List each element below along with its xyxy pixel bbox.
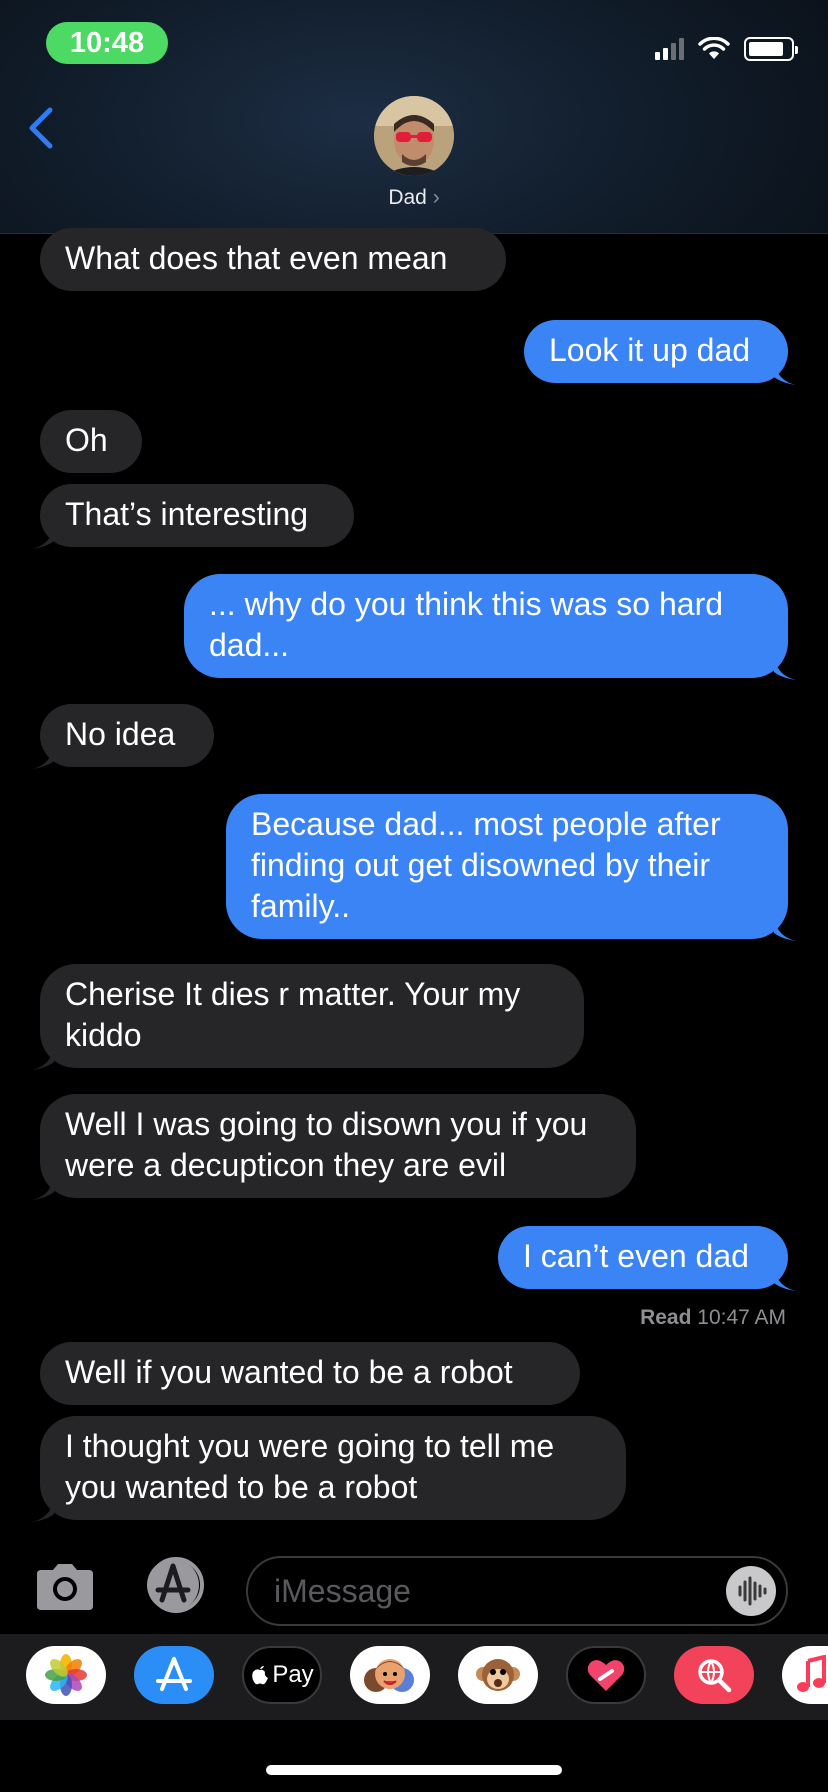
audio-message-button[interactable] bbox=[726, 1566, 776, 1616]
compose-bar: iMessage bbox=[0, 1534, 828, 1634]
waveform-icon bbox=[738, 1576, 767, 1606]
message-bubble-incoming[interactable]: Well if you wanted to be a robot bbox=[40, 1342, 580, 1405]
message-bubble-incoming[interactable]: No idea bbox=[32, 704, 214, 769]
message-bubble-outgoing[interactable]: ... why do you think this was so hard da… bbox=[184, 574, 796, 680]
message-bubble-incoming[interactable]: Cherise It dies r matter. Your my kiddo bbox=[32, 964, 584, 1070]
app-store-icon bbox=[156, 1657, 192, 1691]
memoji-button[interactable] bbox=[350, 1646, 430, 1704]
message-text: Because dad... most people after finding… bbox=[251, 806, 721, 924]
contact-avatar[interactable] bbox=[374, 96, 454, 176]
imessage-app-drawer[interactable]: Pay bbox=[0, 1634, 828, 1720]
music-app-button[interactable] bbox=[782, 1646, 828, 1704]
apple-pay-icon bbox=[252, 1666, 269, 1685]
bubble-tail bbox=[32, 1500, 54, 1522]
photos-app-button[interactable] bbox=[26, 1646, 106, 1704]
photos-icon bbox=[45, 1654, 87, 1696]
apple-pay-button[interactable]: Pay bbox=[242, 1646, 322, 1704]
message-bubble-incoming[interactable]: What does that even mean bbox=[40, 228, 506, 291]
read-time: 10:47 AM bbox=[697, 1306, 786, 1329]
bubble-tail bbox=[774, 363, 796, 385]
status-icons bbox=[655, 34, 798, 64]
bubble-tail bbox=[774, 919, 796, 941]
read-label: Read bbox=[640, 1306, 692, 1329]
message-input-placeholder: iMessage bbox=[274, 1573, 411, 1609]
message-list[interactable]: What does that even mean Look it up dad … bbox=[0, 228, 828, 1534]
message-text: Oh bbox=[65, 422, 108, 458]
app-store-toggle-icon[interactable] bbox=[138, 1556, 214, 1614]
gif-search-icon bbox=[698, 1659, 732, 1693]
gif-search-button[interactable] bbox=[674, 1646, 754, 1704]
message-bubble-outgoing[interactable]: Look it up dad bbox=[524, 320, 796, 385]
back-chevron-icon[interactable] bbox=[18, 100, 68, 160]
message-bubble-incoming[interactable]: Oh bbox=[40, 410, 142, 473]
message-text: What does that even mean bbox=[65, 240, 448, 276]
apple-pay-label: Pay bbox=[272, 1661, 314, 1688]
animoji-icon bbox=[476, 1659, 520, 1691]
animoji-button[interactable] bbox=[458, 1646, 538, 1704]
home-indicator[interactable] bbox=[266, 1765, 562, 1775]
avatar-photo bbox=[374, 96, 454, 176]
app-store-button[interactable] bbox=[134, 1646, 214, 1704]
bubble-tail bbox=[32, 527, 54, 549]
music-icon bbox=[797, 1655, 826, 1692]
wifi-icon bbox=[698, 37, 730, 59]
camera-icon[interactable] bbox=[33, 1562, 97, 1612]
message-bubble-outgoing[interactable]: Because dad... most people after finding… bbox=[226, 794, 796, 941]
message-text: Well I was going to disown you if you we… bbox=[65, 1106, 588, 1183]
bubble-tail bbox=[32, 1048, 54, 1070]
message-input[interactable]: iMessage bbox=[246, 1556, 788, 1626]
bubble-tail bbox=[774, 1269, 796, 1291]
memoji-icon bbox=[364, 1659, 414, 1692]
battery-icon bbox=[744, 37, 798, 61]
bubble-tail bbox=[32, 747, 54, 769]
message-text: That’s interesting bbox=[65, 496, 309, 532]
message-text: No idea bbox=[65, 716, 176, 752]
message-text: ... why do you think this was so hard da… bbox=[209, 586, 724, 663]
chevron-right-icon: › bbox=[432, 186, 440, 209]
cellular-signal-icon bbox=[655, 38, 684, 60]
message-bubble-incoming[interactable]: Well I was going to disown you if you we… bbox=[32, 1094, 636, 1200]
conversation-header: 10:48 Dad › bbox=[0, 0, 828, 234]
read-receipt: Read 10:47 AM bbox=[640, 1306, 786, 1330]
message-bubble-incoming[interactable]: That’s interesting bbox=[32, 484, 354, 549]
contact-name-button[interactable]: Dad › bbox=[0, 186, 828, 210]
message-bubble-incoming[interactable]: I thought you were going to tell me you … bbox=[32, 1416, 626, 1522]
digital-touch-icon bbox=[587, 1660, 625, 1691]
digital-touch-button[interactable] bbox=[566, 1646, 646, 1704]
bubble-tail bbox=[774, 658, 796, 680]
message-text: I can’t even dad bbox=[523, 1238, 749, 1274]
message-bubble-outgoing[interactable]: I can’t even dad bbox=[498, 1226, 796, 1291]
message-text: Look it up dad bbox=[549, 332, 751, 368]
status-time: 10:48 bbox=[46, 22, 168, 64]
message-text: I thought you were going to tell me you … bbox=[65, 1428, 555, 1505]
message-text: Cherise It dies r matter. Your my kiddo bbox=[65, 976, 521, 1053]
bubble-tail bbox=[32, 1178, 54, 1200]
message-text: Well if you wanted to be a robot bbox=[65, 1354, 513, 1390]
contact-name: Dad bbox=[388, 186, 427, 209]
